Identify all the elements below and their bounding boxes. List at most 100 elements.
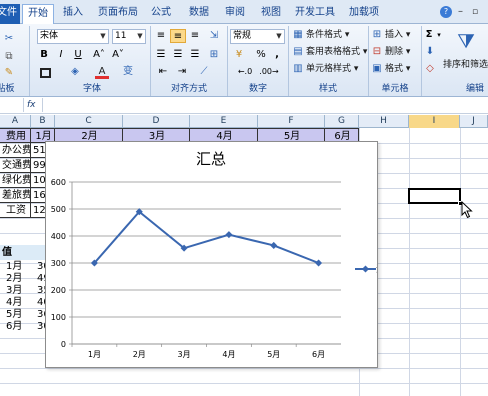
expense-label-cell[interactable]: 办公费 [0,143,31,158]
expense-label-cell[interactable]: 绿化费 [0,173,31,188]
tab-home[interactable]: 开始 [22,4,54,24]
tab-data[interactable]: 数据 [184,4,214,24]
format-cells-button[interactable]: 格式 ▾ [385,62,410,76]
column-header-d[interactable]: D [123,115,190,128]
align-bottom-icon[interactable]: ≡ [187,29,203,43]
autosum-button[interactable]: Σ [423,28,435,42]
increase-indent-icon[interactable]: ⇥ [174,65,190,79]
number-format-combo[interactable]: 常规 ▼ [230,29,285,44]
format-cells-label: 格式 [385,64,404,74]
cell-style-button[interactable]: 单元格样式 ▾ [306,62,358,76]
help-icon[interactable]: ? [440,6,452,18]
border-icon[interactable] [40,68,51,78]
insert-cells-icon[interactable]: ⊞ [371,28,383,42]
conditional-format-icon[interactable]: ▦ [292,28,304,42]
increase-font-icon[interactable]: A˄ [92,48,106,62]
column-header-i[interactable]: I [409,115,460,128]
comma-button[interactable]: , [271,48,283,62]
delete-cells-icon[interactable]: ⊟ [371,45,383,59]
wrap-text-icon[interactable]: ⇲ [205,29,223,43]
chevron-down-icon[interactable]: ▼ [274,30,284,43]
align-middle-icon[interactable]: ≡ [170,29,186,43]
column-header-e[interactable]: E [190,115,258,128]
insert-cells-label: 插入 [385,30,404,40]
align-right-icon[interactable]: ☰ [187,48,203,62]
tab-view[interactable]: 视图 [256,4,286,24]
fx-icon[interactable]: fx [27,98,41,112]
sort-filter-icon[interactable]: ⧩ [452,28,480,54]
decrease-decimal-icon[interactable]: .00→ [259,65,279,79]
currency-icon[interactable]: ¥ [231,48,247,62]
column-header-a[interactable]: A [0,115,31,128]
x-tick-label: 6月 [312,350,325,359]
column-header-g[interactable]: G [325,115,359,128]
bold-button[interactable]: B [37,48,51,62]
cut-icon[interactable]: ✂ [2,32,16,46]
header-cell[interactable]: 费用 [0,128,31,143]
x-tick-label: 5月 [267,350,280,359]
chevron-down-icon[interactable]: ▼ [98,30,108,43]
table-format-icon[interactable]: ▤ [292,45,304,59]
line-chart[interactable]: 汇总 0 100 200 300 400 500 600 1月 2月 3月 4月 5月 6月 汇总 [45,141,394,368]
tab-insert[interactable]: 插入 [58,4,88,24]
font-color-button[interactable]: A [95,65,109,79]
italic-button[interactable]: I [54,48,68,62]
value-month-cell[interactable]: 6月 [4,319,26,334]
legend-label: 汇总 [376,263,377,275]
phonetic-button[interactable]: 变 [121,65,135,79]
expense-label-cell[interactable]: 交通费 [0,158,31,173]
copy-icon[interactable]: ⧉ [2,50,16,64]
column-header-j[interactable]: J [460,115,488,128]
formula-input[interactable] [42,98,488,112]
decrease-font-icon[interactable]: A˅ [111,48,125,62]
cell-style-icon[interactable]: ▥ [292,62,304,76]
chevron-down-icon[interactable]: ▾ [435,28,443,42]
ribbon-tab-bar: 文件 开始 插入 页面布局 公式 数据 审阅 视图 开发工具 加载项 ? – ▫ [0,0,488,24]
tab-developer[interactable]: 开发工具 [292,4,338,24]
expense-label-cell[interactable]: 差旅费 [0,188,31,203]
tab-review[interactable]: 审阅 [220,4,250,24]
conditional-format-button[interactable]: 条件格式 ▾ [306,28,349,42]
name-box[interactable] [0,98,24,112]
minimize-icon[interactable]: – [458,6,468,18]
chart-canvas: 汇总 0 100 200 300 400 500 600 1月 2月 3月 4月 5月 6月 汇总 [51,150,394,359]
expense-label-cell[interactable]: 工资 [0,203,31,218]
align-center-icon[interactable]: ☰ [170,48,186,62]
font-size-combo[interactable]: 11 ▼ [112,29,146,44]
group-font-label: 字体 [82,84,101,94]
merge-center-icon[interactable]: ⊞ [205,48,223,62]
column-header-h[interactable]: H [359,115,409,128]
column-header-b[interactable]: B [31,115,55,128]
cell-style-label: 单元格样式 [306,64,352,74]
column-header-c[interactable]: C [55,115,123,128]
tab-page-layout[interactable]: 页面布局 [94,4,142,24]
x-tick-label: 3月 [178,350,191,359]
underline-button[interactable]: U [71,48,85,62]
column-header-f[interactable]: F [258,115,325,128]
clear-icon[interactable]: ◇ [423,62,437,76]
sort-filter-button[interactable]: 排序和筛选 [443,58,488,72]
align-left-icon[interactable]: ☰ [153,48,169,62]
format-cells-icon[interactable]: ▣ [371,62,383,76]
y-tick-label: 400 [51,232,66,241]
ribbon: ✂ ⧉ ✎ 剪贴板 宋体 ▼ 11 ▼ B I U A˄ A˅ ◈ A 变 字体… [0,24,488,97]
restore-icon[interactable]: ▫ [472,6,482,18]
percent-button[interactable]: % [255,48,267,62]
insert-cells-button[interactable]: 插入 ▾ [385,28,410,42]
active-cell[interactable] [408,188,461,204]
table-format-button[interactable]: 套用表格格式 ▾ [306,45,367,59]
delete-cells-button[interactable]: 删除 ▾ [385,45,410,59]
chevron-down-icon[interactable]: ▼ [135,30,145,43]
y-tick-label: 500 [51,205,66,214]
tab-addins[interactable]: 加载项 [345,4,383,24]
format-painter-icon[interactable]: ✎ [2,66,16,80]
tab-file[interactable]: 文件 [0,4,20,24]
font-name-combo[interactable]: 宋体 ▼ [37,29,109,44]
increase-decimal-icon[interactable]: ←.0 [235,65,255,79]
fill-color-icon[interactable]: ◈ [68,65,82,79]
tab-formulas[interactable]: 公式 [146,4,176,24]
fill-icon[interactable]: ⬇ [423,45,437,59]
align-top-icon[interactable]: ≡ [153,29,169,43]
decrease-indent-icon[interactable]: ⇤ [155,65,171,79]
orientation-icon[interactable]: ⟋ [196,65,212,79]
